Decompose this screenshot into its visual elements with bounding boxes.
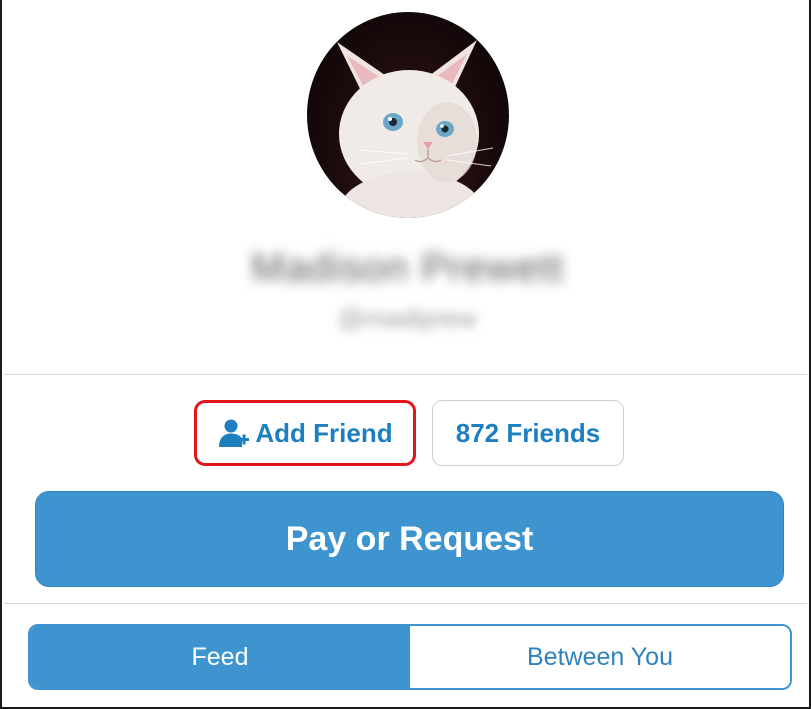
- profile-handle: @madiprew: [337, 303, 478, 333]
- add-person-icon: [217, 417, 251, 449]
- pay-or-request-label: Pay or Request: [285, 519, 534, 558]
- profile-screen: Madison Prewett @madiprew Add Friend 872…: [0, 0, 811, 709]
- tab-feed[interactable]: Feed: [30, 626, 410, 688]
- tab-feed-label: Feed: [191, 642, 249, 671]
- profile-avatar: [307, 12, 509, 218]
- pay-or-request-button[interactable]: Pay or Request: [35, 491, 784, 587]
- tab-between-you-label: Between You: [527, 642, 673, 671]
- section-divider: [4, 603, 807, 604]
- kitten-photo-icon: [337, 40, 494, 218]
- profile-name: Madison Prewett: [251, 246, 564, 290]
- feed-tab-control: Feed Between You: [28, 624, 792, 690]
- friends-count-label: 872 Friends: [455, 417, 601, 448]
- friends-count-button[interactable]: 872 Friends: [432, 400, 624, 466]
- section-divider: [4, 374, 807, 375]
- add-friend-label: Add Friend: [255, 417, 393, 448]
- add-friend-button[interactable]: Add Friend: [194, 400, 416, 466]
- tab-between-you[interactable]: Between You: [410, 626, 790, 688]
